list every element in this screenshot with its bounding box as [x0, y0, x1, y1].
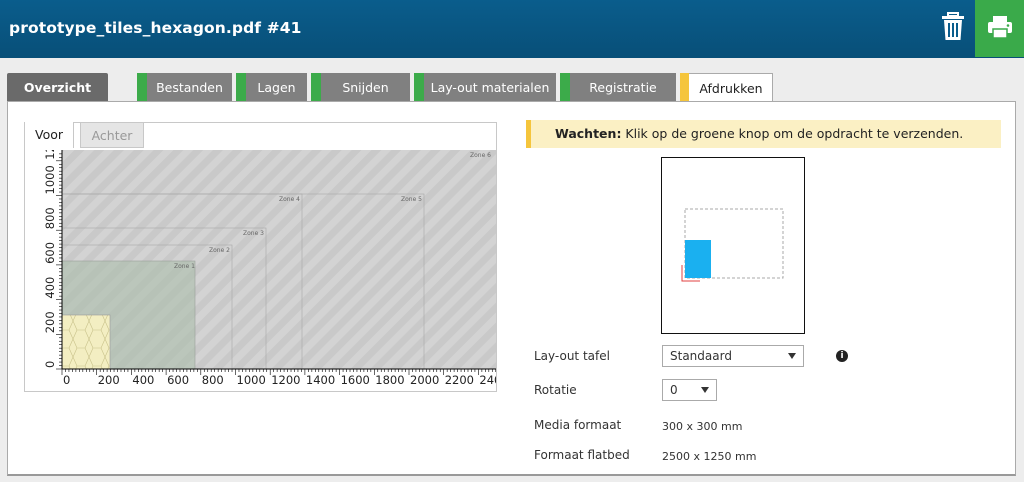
layout-select[interactable]: Standaard — [662, 345, 804, 367]
rotation-select[interactable]: 0 — [662, 379, 717, 401]
flatbed-format-label: Formaat flatbed — [534, 448, 630, 462]
x-tick-label: 1800 — [375, 373, 404, 387]
tab-snijden[interactable]: Snijden — [311, 73, 410, 102]
rotation-label: Rotatie — [534, 383, 577, 397]
x-tick-label: 1600 — [341, 373, 370, 387]
print-button[interactable] — [975, 0, 1024, 57]
tab-bestanden[interactable]: Bestanden — [137, 73, 232, 102]
x-tick-label: 240 — [479, 373, 496, 387]
x-tick-label: 0 — [63, 373, 70, 387]
table-viewer: Voor Achter Zone 1 Zone 2 Zone 3 Zone 4 … — [24, 122, 497, 392]
y-tick-label: 600 — [43, 242, 57, 264]
chevron-down-icon — [701, 387, 709, 393]
y-tick-label: 1200 — [43, 150, 57, 160]
x-tick-label: 600 — [167, 373, 189, 387]
media-position — [685, 240, 711, 278]
y-tick-label: 0 — [43, 361, 57, 368]
tab-lagen[interactable]: Lagen — [236, 73, 307, 102]
print-panel: Voor Achter Zone 1 Zone 2 Zone 3 Zone 4 … — [7, 101, 1016, 476]
media-format-label: Media formaat — [534, 418, 622, 432]
notice-message: Klik op de groene knop om de opdracht te… — [621, 126, 964, 141]
tab-layout-materialen[interactable]: Lay-out materialen — [414, 73, 556, 102]
tab-registratie[interactable]: Registratie — [560, 73, 676, 102]
x-tick-label: 1200 — [271, 373, 300, 387]
flatbed-format-value: 2500 x 1250 mm — [662, 450, 757, 463]
notice-label: Wachten: — [555, 126, 622, 141]
zone-label: Zone 5 — [401, 196, 422, 203]
zone-label: Zone 4 — [279, 196, 300, 203]
zone-label: Zone 2 — [209, 247, 230, 254]
flatbed-plot: Zone 1 Zone 2 Zone 3 Zone 4 Zone 5 Zone … — [43, 150, 496, 387]
zone-label: Zone 1 — [174, 263, 195, 270]
layout-label: Lay-out tafel — [534, 349, 610, 363]
media-format-value: 300 x 300 mm — [662, 420, 743, 433]
printer-icon — [988, 16, 1012, 39]
y-tick-label: 800 — [43, 207, 57, 229]
media-preview — [661, 157, 805, 334]
x-tick-label: 800 — [202, 373, 224, 387]
x-tick-label: 1000 — [237, 373, 266, 387]
y-axis: 0 200 400 600 800 1000 1200 — [43, 150, 63, 370]
media-tile[interactable] — [61, 314, 111, 370]
info-icon[interactable]: i — [836, 350, 848, 362]
tab-afdrukken[interactable]: Afdrukken — [680, 73, 773, 103]
chevron-down-icon — [788, 353, 796, 359]
x-tick-label: 400 — [132, 373, 154, 387]
x-tick-label: 200 — [98, 373, 120, 387]
job-title: prototype_tiles_hexagon.pdf #41 — [9, 19, 302, 37]
zone-label: Zone 6 — [470, 152, 491, 159]
y-tick-label: 1000 — [43, 165, 57, 194]
zone-label: Zone 3 — [243, 230, 264, 237]
y-tick-label: 200 — [43, 311, 57, 333]
y-tick-label: 400 — [43, 277, 57, 299]
tab-achter[interactable]: Achter — [80, 122, 144, 148]
trash-icon[interactable] — [940, 12, 966, 42]
tab-voor[interactable]: Voor — [25, 122, 74, 148]
x-tick-label: 2000 — [410, 373, 439, 387]
x-tick-label: 1400 — [306, 373, 335, 387]
app-header: prototype_tiles_hexagon.pdf #41 — [0, 0, 1024, 58]
x-axis: 0 200 400 600 800 1000 1200 1400 1600 1800 2000 220… — [61, 368, 496, 387]
status-notice: Wachten: Klik op de groene knop om de op… — [526, 120, 1001, 148]
x-tick-label: 2200 — [445, 373, 474, 387]
tab-overzicht[interactable]: Overzicht — [7, 73, 108, 102]
